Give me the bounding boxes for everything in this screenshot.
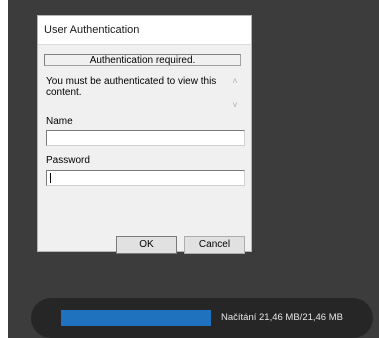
text-caret xyxy=(50,173,51,183)
ok-button[interactable]: OK xyxy=(116,236,177,254)
password-label: Password xyxy=(46,155,90,166)
progress-bar xyxy=(61,310,211,326)
dialog-title: User Authentication xyxy=(38,16,251,44)
name-input[interactable] xyxy=(46,130,245,146)
loading-status-text: Načítání 21,46 MB/21,46 MB xyxy=(221,312,343,323)
auth-message: You must be authenticated to view this c… xyxy=(46,76,217,98)
loading-bar: Načítání 21,46 MB/21,46 MB xyxy=(31,298,373,338)
dialog-body: Authentication required. You must be aut… xyxy=(38,44,251,254)
name-label: Name xyxy=(46,116,73,127)
status-message: Authentication required. xyxy=(44,54,241,66)
chevron-up-icon[interactable]: ˄ xyxy=(230,76,240,86)
authentication-dialog: User Authentication Authentication requi… xyxy=(37,15,252,254)
cancel-button[interactable]: Cancel xyxy=(184,236,245,254)
chevron-down-icon[interactable]: ˅ xyxy=(230,100,240,110)
password-input[interactable] xyxy=(46,170,245,186)
progress-fill xyxy=(61,310,211,326)
